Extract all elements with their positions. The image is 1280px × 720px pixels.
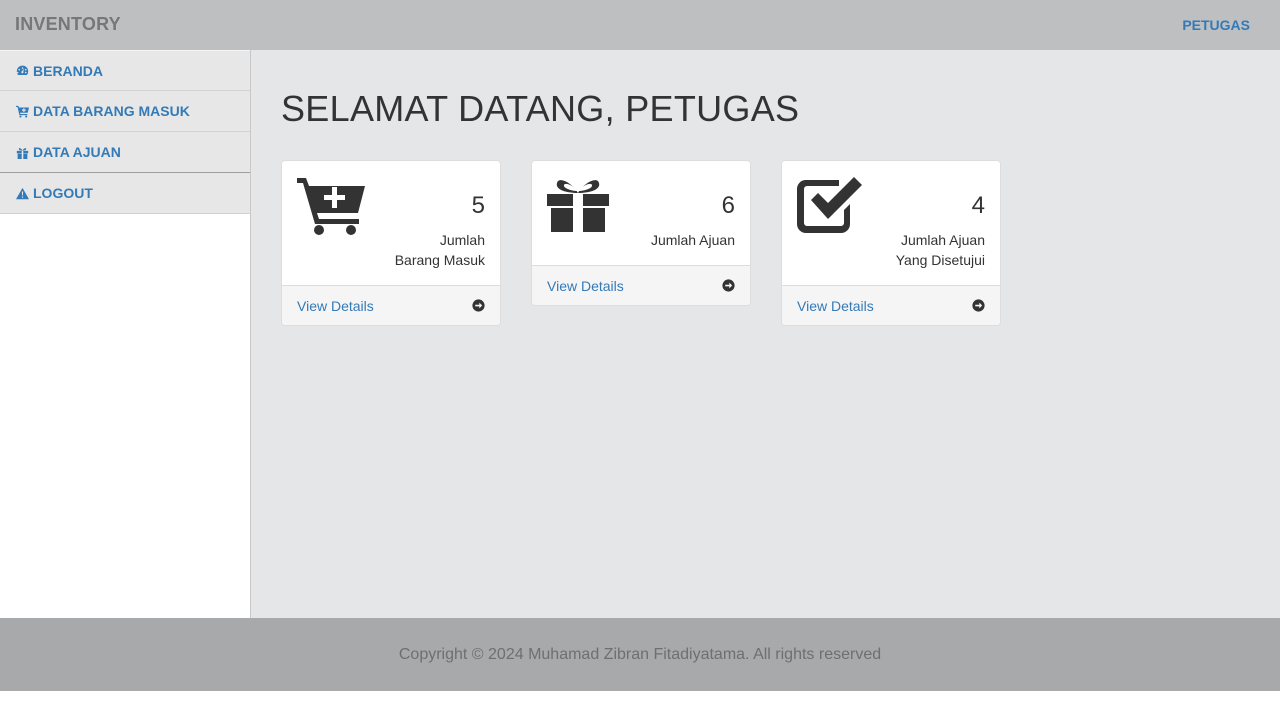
sidebar-item-data-barang-masuk[interactable]: DATA BARANG MASUK — [0, 91, 250, 132]
gift-icon — [547, 176, 609, 232]
sidebar-item-logout[interactable]: LOGOUT — [0, 173, 250, 214]
card-ajuan-disetujui: 4 Jumlah Ajuan Yang Disetujui View Detai… — [781, 160, 1001, 326]
top-navbar: INVENTORY PETUGAS — [0, 0, 1280, 50]
card-ajuan: 6 Jumlah Ajuan View Details — [531, 160, 751, 306]
arrow-circle-right-icon — [722, 279, 735, 292]
arrow-circle-right-icon — [972, 299, 985, 312]
cart-plus-icon — [297, 176, 365, 236]
copyright-text: Copyright © 2024 Muhamad Zibran Fitadiya… — [398, 645, 882, 663]
cart-plus-icon — [15, 104, 29, 118]
sidebar-item-data-ajuan[interactable]: DATA AJUAN — [0, 132, 250, 173]
sidebar-item-label: BERANDA — [33, 62, 103, 79]
warning-icon — [15, 186, 29, 200]
main-content: SELAMAT DATANG, PETUGAS 5 Jumlah Barang … — [251, 50, 1280, 618]
card-body: 5 Jumlah Barang Masuk — [282, 161, 500, 285]
sidebar-item-label: LOGOUT — [33, 185, 93, 201]
view-details-label: View Details — [297, 297, 374, 314]
arrow-circle-right-icon — [472, 299, 485, 312]
page-footer: Copyright © 2024 Muhamad Zibran Fitadiya… — [0, 618, 1280, 691]
page-title: SELAMAT DATANG, PETUGAS — [281, 88, 800, 129]
view-details-label: View Details — [797, 297, 874, 314]
gift-icon — [15, 145, 29, 159]
brand-logo[interactable]: INVENTORY — [15, 14, 121, 35]
view-details-link[interactable]: View Details — [782, 285, 1000, 325]
sidebar-item-label: DATA BARANG MASUK — [33, 103, 190, 119]
sidebar: BERANDA DATA BARANG MASUK DATA AJUAN LOG… — [0, 50, 251, 618]
view-details-link[interactable]: View Details — [282, 285, 500, 325]
card-label: Jumlah Ajuan — [650, 232, 735, 248]
view-details-link[interactable]: View Details — [532, 265, 750, 305]
dashboard-icon — [15, 64, 29, 78]
card-body: 4 Jumlah Ajuan Yang Disetujui — [782, 161, 1000, 285]
user-menu[interactable]: PETUGAS — [1182, 17, 1250, 33]
card-barang-masuk: 5 Jumlah Barang Masuk View Details — [281, 160, 501, 326]
card-label: Jumlah Ajuan Yang Disetujui — [895, 232, 985, 268]
view-details-label: View Details — [547, 277, 624, 294]
check-square-icon — [796, 176, 863, 234]
sidebar-item-beranda[interactable]: BERANDA — [0, 50, 250, 91]
sidebar-item-label: DATA AJUAN — [33, 144, 121, 160]
card-body: 6 Jumlah Ajuan — [532, 161, 750, 265]
